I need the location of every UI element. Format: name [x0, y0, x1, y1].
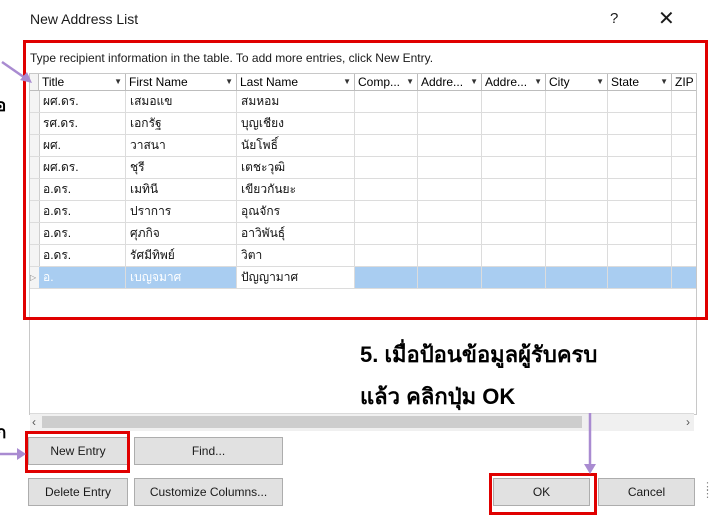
arrow-to-new-entry-icon	[0, 448, 26, 460]
arrow-to-table-icon	[1, 60, 32, 83]
arrow-to-ok-icon	[584, 413, 596, 474]
resize-grip-icon[interactable]: ⋮ ⋮	[702, 482, 709, 500]
annotation-arrows	[0, 60, 596, 474]
